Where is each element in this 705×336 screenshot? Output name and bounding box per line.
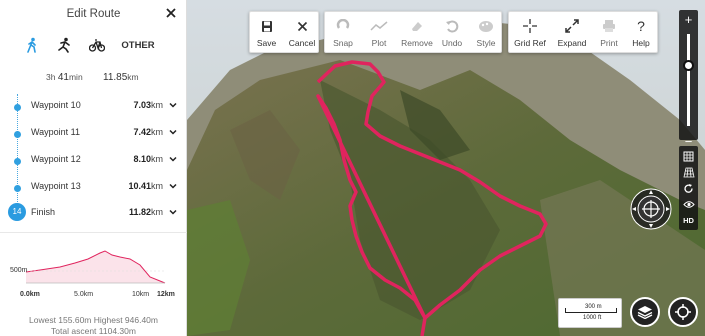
- elevation-stats-range: Lowest 155.60m Highest 946.40m: [29, 315, 158, 325]
- grid-layer-icon[interactable]: [679, 148, 698, 164]
- chevron-down-icon[interactable]: [169, 128, 177, 136]
- zoom-slider-track[interactable]: [687, 34, 690, 126]
- crosshair-icon: [523, 18, 537, 34]
- eraser-icon: [410, 18, 424, 34]
- route-mode-selector: OTHER: [0, 36, 187, 54]
- expand-button[interactable]: Expand: [553, 12, 591, 54]
- run-mode-icon[interactable]: [54, 36, 74, 54]
- route-duration: 3h 41min: [46, 72, 83, 83]
- cancel-button[interactable]: Cancel: [284, 12, 320, 54]
- waypoint-distance: 10.41km: [128, 181, 163, 191]
- terrain-3d-icon[interactable]: [679, 164, 698, 180]
- toolbar-view-group: Grid Ref Expand Print ? Help: [508, 11, 658, 53]
- chevron-down-icon[interactable]: [169, 155, 177, 163]
- elevation-x-tick: 0.0km: [20, 291, 40, 298]
- waypoint-row[interactable]: Waypoint 13 10.41km: [0, 179, 187, 201]
- plot-icon: [370, 18, 388, 34]
- elevation-x-tick: 10km: [132, 291, 150, 298]
- elevation-stats-ascent: Total ascent 1104.30m: [51, 326, 136, 336]
- target-icon: [675, 304, 691, 320]
- layers-icon: [637, 306, 653, 319]
- save-button[interactable]: Save: [250, 12, 283, 54]
- scale-line: [565, 312, 617, 313]
- elevation-x-tick: 12km: [157, 291, 175, 298]
- waypoint-name: Waypoint 11: [31, 127, 81, 137]
- zoom-control: + −: [679, 10, 698, 149]
- undo-icon: [445, 18, 459, 34]
- waypoint-name: Waypoint 10: [31, 100, 81, 110]
- elevation-y-tick: 500m: [10, 267, 28, 274]
- waypoint-name: Waypoint 13: [31, 181, 81, 191]
- help-button[interactable]: ? Help: [626, 12, 656, 54]
- chevron-down-icon[interactable]: [169, 101, 177, 109]
- elevation-profile: 500m 0.0km 5.0km 10km 12km Lowest 155.60…: [0, 232, 187, 336]
- hd-toggle[interactable]: HD: [679, 212, 698, 228]
- waypoint-marker: [14, 185, 21, 192]
- waypoint-row[interactable]: Waypoint 12 8.10km: [0, 152, 187, 174]
- palette-icon: [478, 18, 494, 34]
- print-button[interactable]: Print: [593, 12, 625, 54]
- save-icon: [261, 18, 273, 34]
- plot-button[interactable]: Plot: [363, 12, 395, 54]
- edit-route-panel: Edit Route OTHER 3h 41min 11.85km Waypoi…: [0, 0, 187, 336]
- waypoint-row[interactable]: Waypoint 10 7.03km: [0, 98, 187, 120]
- close-icon: [297, 18, 308, 34]
- walk-mode-icon[interactable]: [22, 36, 42, 54]
- waypoint-number-badge: 14: [8, 203, 26, 221]
- chevron-down-icon[interactable]: [169, 208, 177, 216]
- printer-icon: [602, 18, 616, 34]
- toolbar-save-group: Save Cancel: [249, 11, 319, 53]
- zoom-slider-handle[interactable]: [683, 60, 694, 71]
- waypoint-name: Finish: [31, 207, 56, 217]
- remove-button[interactable]: Remove: [399, 12, 435, 54]
- eye-icon[interactable]: [679, 196, 698, 212]
- bike-mode-icon[interactable]: [87, 36, 107, 54]
- waypoint-distance: 8.10km: [133, 154, 163, 164]
- rotate-icon[interactable]: [679, 180, 698, 196]
- snap-button[interactable]: Snap: [327, 12, 359, 54]
- elevation-graph: [25, 250, 166, 284]
- snap-icon: [336, 18, 350, 34]
- other-mode-option[interactable]: OTHER: [118, 36, 158, 54]
- scale-tick: [616, 308, 617, 313]
- waypoint-row-finish[interactable]: 14 Finish 11.82km: [0, 203, 187, 225]
- compass-navigation[interactable]: [630, 188, 672, 230]
- map-side-tools: HD: [679, 146, 698, 230]
- layers-button[interactable]: [630, 297, 660, 327]
- route-distance: 11.85km: [103, 72, 139, 83]
- scale-imperial-label: 1000 ft: [583, 315, 602, 321]
- undo-button[interactable]: Undo: [437, 12, 467, 54]
- waypoint-marker: [14, 158, 21, 165]
- locate-me-button[interactable]: [668, 297, 698, 327]
- waypoint-distance: 7.03km: [133, 100, 163, 110]
- zoom-in-button[interactable]: +: [679, 12, 698, 28]
- waypoint-marker: [14, 131, 21, 138]
- help-icon: ?: [637, 18, 645, 34]
- close-icon[interactable]: [164, 6, 178, 20]
- waypoint-distance: 11.82km: [128, 207, 163, 217]
- scale-tick: [565, 308, 566, 313]
- panel-title: Edit Route: [66, 8, 121, 20]
- scale-metric-label: 300 m: [585, 304, 602, 310]
- waypoint-marker: [14, 104, 21, 111]
- map-scale-bar: 300 m 1000 ft: [558, 298, 622, 328]
- style-button[interactable]: Style: [470, 12, 502, 54]
- waypoint-distance: 7.42km: [133, 127, 163, 137]
- grid-ref-button[interactable]: Grid Ref: [511, 12, 549, 54]
- waypoint-list: Waypoint 10 7.03km Waypoint 11 7.42km Wa…: [0, 94, 187, 224]
- expand-icon: [565, 18, 579, 34]
- toolbar-edit-group: Snap Plot Remove Undo Style: [324, 11, 502, 53]
- waypoint-row[interactable]: Waypoint 11 7.42km: [0, 125, 187, 147]
- elevation-x-tick: 5.0km: [74, 291, 94, 298]
- waypoint-name: Waypoint 12: [31, 154, 81, 164]
- chevron-down-icon[interactable]: [169, 182, 177, 190]
